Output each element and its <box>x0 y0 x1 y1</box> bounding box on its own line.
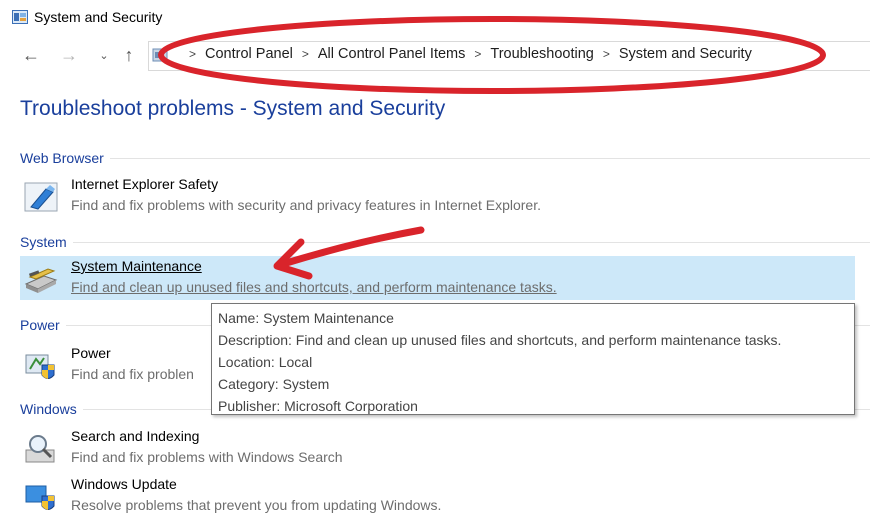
tooltip-publisher: Publisher: Microsoft Corporation <box>218 398 418 414</box>
page-title: Troubleshoot problems - System and Secur… <box>20 97 446 120</box>
group-header-label: System <box>20 234 67 250</box>
item-name[interactable]: Internet Explorer Safety <box>71 176 218 192</box>
group-header-label: Windows <box>20 401 77 417</box>
item-tooltip: Name: System Maintenance Description: Fi… <box>211 303 855 415</box>
power-shield-icon <box>25 354 55 379</box>
item-name[interactable]: Power <box>71 345 111 361</box>
windows-update-icon <box>25 485 55 510</box>
up-button[interactable]: ↑ <box>118 45 140 65</box>
troubleshooter-item-internet-explorer-safety[interactable]: Internet Explorer Safety Find and fix pr… <box>20 174 855 218</box>
troubleshooter-item-search-and-indexing[interactable]: Search and Indexing Find and fix problem… <box>20 426 855 470</box>
search-indexing-icon <box>25 435 55 463</box>
group-header-label: Power <box>20 317 60 333</box>
item-name[interactable]: Search and Indexing <box>71 428 199 444</box>
recent-locations-dropdown[interactable]: ⌄ <box>96 46 112 66</box>
item-description: Find and fix problen <box>71 366 194 382</box>
control-panel-icon <box>12 10 28 24</box>
tooltip-description: Description: Find and clean up unused fi… <box>218 332 782 348</box>
red-circle-annotation <box>158 16 826 94</box>
group-header-label: Web Browser <box>20 150 104 166</box>
system-maintenance-icon <box>24 268 58 293</box>
tooltip-category: Category: System <box>218 376 330 392</box>
back-button[interactable]: ← <box>20 45 42 65</box>
item-name[interactable]: Windows Update <box>71 476 177 492</box>
troubleshooter-item-windows-update[interactable]: Windows Update Resolve problems that pre… <box>20 474 855 518</box>
divider <box>72 241 870 243</box>
item-description: Resolve problems that prevent you from u… <box>71 497 442 513</box>
group-header-web-browser: Web Browser <box>20 148 870 168</box>
red-arrow-annotation <box>273 226 425 280</box>
tooltip-name: Name: System Maintenance <box>218 310 394 326</box>
group-header-system: System <box>20 232 870 252</box>
item-description: Find and fix problems with security and … <box>71 197 541 213</box>
tooltip-location: Location: Local <box>218 354 313 370</box>
internet-explorer-shield-icon <box>24 182 58 212</box>
item-description: Find and fix problems with Windows Searc… <box>71 449 343 465</box>
window-title: System and Security <box>34 9 163 25</box>
item-name[interactable]: System Maintenance <box>71 258 202 274</box>
divider <box>109 157 870 159</box>
forward-button[interactable]: → <box>58 45 80 65</box>
